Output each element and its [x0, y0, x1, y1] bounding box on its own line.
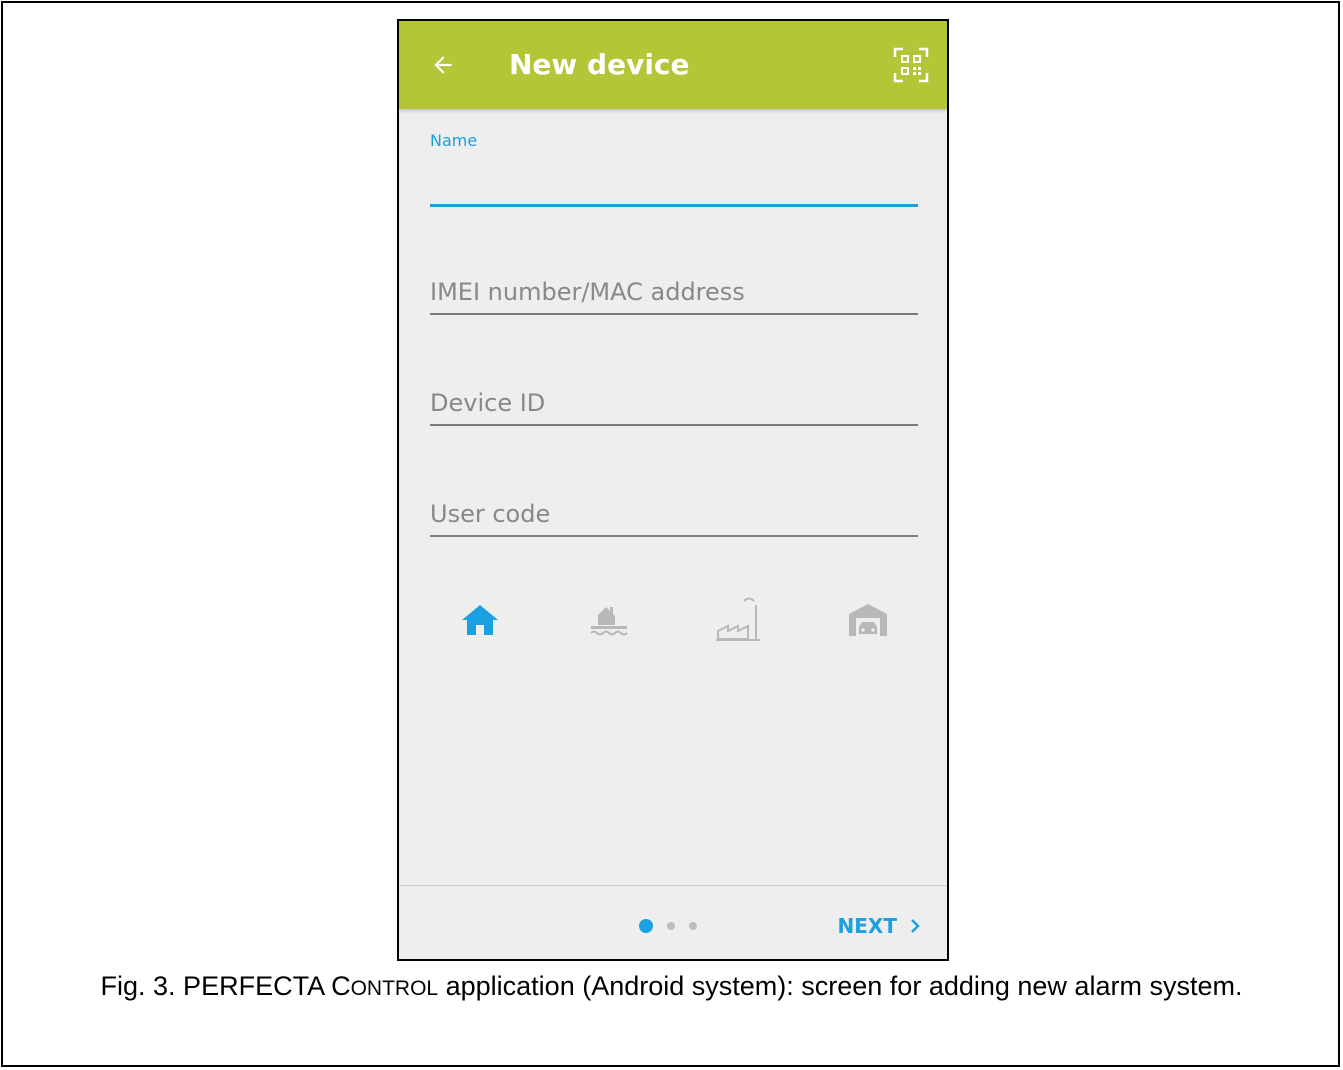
name-field[interactable]: Name: [430, 131, 918, 207]
page-title: New device: [509, 48, 690, 81]
phone-screen: New device Name IMEI number/MAC address …: [397, 19, 949, 961]
page-dot-2: [667, 922, 675, 930]
next-button[interactable]: NEXT: [838, 909, 921, 943]
caption-small-caps: ONTROL: [350, 977, 439, 1000]
lake-house-icon: [590, 607, 629, 636]
chevron-right-icon: [911, 919, 920, 933]
device-type-selector: [430, 595, 918, 645]
factory-icon: [715, 597, 760, 641]
device-type-lake-house[interactable]: [579, 595, 639, 645]
name-input[interactable]: [430, 161, 918, 207]
device-id-input[interactable]: [430, 380, 918, 426]
caption-suffix: application (Android system): screen for…: [438, 971, 1243, 1001]
page-indicator: [639, 919, 697, 933]
page-dot-1: [639, 919, 653, 933]
arrow-left-icon: [434, 56, 452, 74]
imei-input[interactable]: [430, 269, 918, 315]
name-underline: [430, 204, 918, 207]
caption-prefix: Fig. 3. PERFECTA C: [100, 971, 351, 1001]
qr-scan-button[interactable]: [889, 43, 933, 87]
device-id-underline: [430, 424, 918, 426]
back-button[interactable]: [423, 45, 463, 85]
imei-underline: [430, 313, 918, 315]
device-type-factory[interactable]: [709, 595, 769, 645]
qr-code-scan-icon: [893, 47, 929, 83]
device-type-home[interactable]: [450, 595, 510, 645]
name-label: Name: [430, 131, 478, 150]
garage-icon: [848, 604, 887, 636]
home-icon: [462, 605, 498, 635]
user-code-input[interactable]: [430, 491, 918, 537]
imei-field[interactable]: [430, 265, 918, 315]
footer-divider: [399, 885, 947, 886]
page-dot-3: [689, 922, 697, 930]
device-type-garage[interactable]: [838, 595, 898, 645]
user-code-field[interactable]: [430, 487, 918, 537]
figure-caption: Fig. 3. PERFECTA CONTROL application (An…: [20, 968, 1323, 1007]
next-label: NEXT: [837, 914, 897, 938]
device-id-field[interactable]: [430, 376, 918, 426]
user-code-underline: [430, 535, 918, 537]
app-bar: New device: [399, 21, 947, 109]
